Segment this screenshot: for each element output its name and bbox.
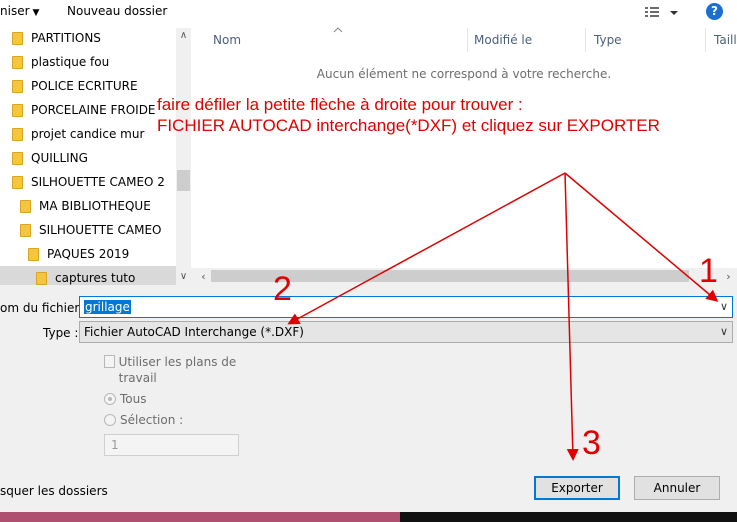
chevron-down-icon[interactable]: ∨	[720, 297, 728, 317]
folder-icon	[12, 151, 23, 165]
tree-item-label: QUILLING	[31, 151, 88, 165]
tree-item-label: POLICE ECRITURE	[31, 79, 138, 93]
filename-label: om du fichier :	[0, 301, 88, 315]
column-header-type[interactable]: Type	[586, 28, 706, 52]
organise-menu-button[interactable]: niser ▼	[0, 4, 39, 18]
type-label: Type :	[43, 326, 79, 340]
filename-value: grillage	[84, 300, 131, 314]
export-button[interactable]: Exporter	[534, 476, 620, 500]
tree-item[interactable]: PAQUES 2019	[0, 242, 176, 266]
file-list: Nom Modifié le Type Taille Aucun élément…	[191, 27, 737, 285]
folder-tree: PARTITIONS plastique fou POLICE ECRITURE…	[0, 28, 191, 285]
details-view-icon	[645, 7, 678, 17]
scroll-up-icon[interactable]: ∧	[176, 28, 191, 43]
tree-item-label: projet candice mur	[31, 127, 145, 141]
annotation-line-2: FICHIER AUTOCAD interchange(*DXF) et cli…	[157, 116, 660, 135]
folder-icon	[36, 271, 47, 285]
folder-icon	[12, 55, 23, 69]
type-select[interactable]: Fichier AutoCAD Interchange (*.DXF) ∨	[79, 321, 733, 343]
use-plans-option[interactable]: Utiliser les plans de travail	[104, 354, 244, 386]
tree-item[interactable]: QUILLING	[0, 146, 176, 170]
use-plans-label: Utiliser les plans de travail	[118, 355, 237, 385]
empty-message: Aucun élément ne correspond à votre rech…	[316, 67, 612, 81]
tree-item-label: SILHOUETTE CAMEO	[39, 223, 162, 237]
background-strip	[0, 512, 737, 522]
tree-item[interactable]: POLICE ECRITURE	[0, 74, 176, 98]
filename-input[interactable]: grillage ∨	[79, 296, 733, 318]
all-radio[interactable]	[104, 393, 116, 405]
annotation-number-2: 2	[273, 270, 292, 308]
selection-option[interactable]: Sélection :	[104, 413, 183, 427]
tree-item[interactable]: PARTITIONS	[0, 28, 176, 50]
tree-item-label: SILHOUETTE CAMEO 2	[31, 175, 165, 189]
tree-item[interactable]: SILHOUETTE CAMEO	[0, 218, 176, 242]
tree-item[interactable]: plastique fou	[0, 50, 176, 74]
tree-scrollbar[interactable]: ∧ ∨	[176, 28, 191, 285]
folder-icon	[20, 199, 31, 213]
annotation-line-1: faire défiler la petite flèche à droite …	[157, 95, 523, 114]
sort-up-icon	[333, 27, 343, 33]
folder-icon	[20, 223, 31, 237]
scroll-down-icon[interactable]: ∨	[176, 269, 191, 284]
scroll-right-icon[interactable]: ›	[720, 268, 737, 285]
tree-item-selected[interactable]: captures tuto	[0, 266, 176, 285]
folder-icon	[12, 175, 23, 189]
help-icon[interactable]: ?	[706, 3, 723, 20]
tree-item[interactable]: MA BIBLIOTHEQUE	[0, 194, 176, 218]
annotation-number-1: 1	[699, 252, 718, 290]
type-value: Fichier AutoCAD Interchange (*.DXF)	[84, 325, 304, 339]
tree-item-label: PAQUES 2019	[47, 247, 130, 261]
hide-folders-button[interactable]: squer les dossiers	[0, 484, 108, 498]
all-option[interactable]: Tous	[104, 392, 147, 406]
chevron-down-icon[interactable]: ∨	[720, 322, 728, 342]
column-header-size[interactable]: Taille	[706, 28, 737, 52]
toolbar: niser ▼ Nouveau dossier ?	[0, 0, 737, 24]
new-folder-button[interactable]: Nouveau dossier	[67, 4, 167, 18]
column-header-name[interactable]: Nom	[191, 28, 468, 52]
folder-icon	[12, 31, 23, 45]
selection-label: Sélection :	[120, 413, 184, 427]
selection-radio[interactable]	[104, 414, 116, 426]
tree-item-label: PARTITIONS	[31, 31, 101, 45]
scrollbar-thumb[interactable]	[177, 170, 190, 191]
tree-item-label: MA BIBLIOTHEQUE	[39, 199, 151, 213]
tree-item-label: plastique fou	[31, 55, 110, 69]
folder-icon	[12, 103, 23, 117]
view-options-button[interactable]	[643, 3, 683, 21]
folder-icon	[28, 247, 39, 261]
tree-item-label: captures tuto	[55, 271, 136, 285]
all-label: Tous	[120, 392, 147, 406]
annotation-number-3: 3	[582, 424, 601, 462]
organise-label: niser	[0, 4, 30, 18]
tree-item[interactable]: projet candice mur	[0, 122, 176, 146]
tree-item-label: PORCELAINE FROIDE	[31, 103, 156, 117]
folder-icon	[12, 79, 23, 93]
scroll-left-icon[interactable]: ‹	[195, 268, 212, 285]
cancel-button[interactable]: Annuler	[634, 476, 720, 500]
chevron-down-icon: ▼	[32, 8, 40, 18]
folder-icon	[12, 127, 23, 141]
range-input[interactable]: 1	[104, 434, 239, 456]
column-header-modified[interactable]: Modifié le	[468, 28, 586, 52]
tree-item[interactable]: PORCELAINE FROIDE	[0, 98, 176, 122]
tree-item[interactable]: SILHOUETTE CAMEO 2	[0, 170, 176, 194]
use-plans-checkbox[interactable]	[104, 355, 115, 368]
